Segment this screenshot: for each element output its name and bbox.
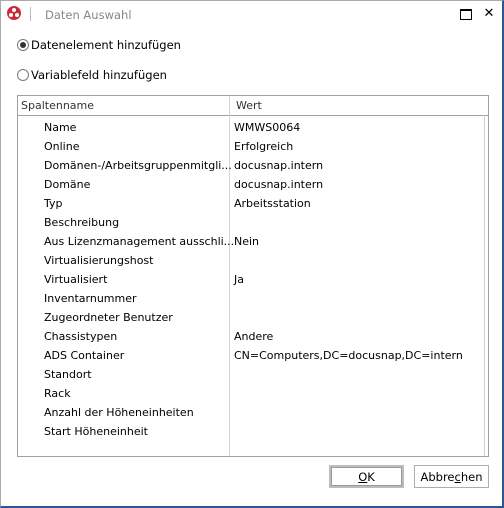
- row-name: Beschreibung: [44, 216, 120, 229]
- maximize-icon: [460, 9, 472, 20]
- radio-add-variable-field[interactable]: Variablefeld hinzufügen: [17, 68, 167, 82]
- table-row[interactable]: Domänen-/Arbeitsgruppenmitgli... docusnap…: [18, 156, 488, 175]
- row-name: Zugeordneter Benutzer: [44, 311, 173, 324]
- window-title: Daten Auswahl: [45, 8, 132, 22]
- grid-header: Spaltenname Wert: [18, 96, 488, 116]
- table-row[interactable]: Typ Arbeitsstation: [18, 194, 488, 213]
- table-row[interactable]: Inventarnummer: [18, 289, 488, 308]
- data-selection-dialog: Daten Auswahl ✕ Datenelement hinzufügen …: [0, 0, 504, 508]
- table-row[interactable]: Anzahl der Höheneinheiten: [18, 403, 488, 422]
- table-row[interactable]: Rack: [18, 384, 488, 403]
- close-button[interactable]: ✕: [479, 5, 499, 23]
- table-row[interactable]: Start Höheneinheit: [18, 422, 488, 441]
- table-row[interactable]: Aus Lizenzmanagement ausschli... Nein: [18, 232, 488, 251]
- cancel-label-pre: Abbre: [420, 469, 455, 484]
- row-name: Virtualisiert: [44, 273, 108, 286]
- row-name: Chassistypen: [44, 330, 118, 343]
- row-value: Nein: [234, 235, 260, 248]
- row-name: ADS Container: [44, 349, 125, 362]
- column-header-spaltenname[interactable]: Spaltenname: [21, 99, 94, 112]
- table-row[interactable]: ADS Container CN=Computers,DC=docusnap,DC…: [18, 346, 488, 365]
- row-name: Start Höheneinheit: [44, 425, 148, 438]
- table-row[interactable]: Virtualisiert Ja: [18, 270, 488, 289]
- radio-button[interactable]: [17, 69, 29, 81]
- radio-label: Variablefeld hinzufügen: [31, 68, 167, 82]
- table-row[interactable]: Beschreibung: [18, 213, 488, 232]
- table-row[interactable]: Name WMWS0064: [18, 118, 488, 137]
- row-value: docusnap.intern: [234, 178, 324, 191]
- maximize-button[interactable]: [456, 5, 476, 23]
- grid-rows: Name WMWS0064 Online Erfolgreich Domänen-/Ar…: [18, 118, 488, 441]
- row-value: Arbeitsstation: [234, 197, 311, 210]
- ok-accelerator: O: [358, 469, 368, 484]
- radio-button-checked[interactable]: [17, 39, 29, 51]
- row-name: Online: [44, 140, 80, 153]
- column-header-wert[interactable]: Wert: [236, 99, 262, 112]
- row-name: Typ: [44, 197, 63, 210]
- row-value: Ja: [234, 273, 244, 286]
- row-value: CN=Computers,DC=docusnap,DC=intern: [234, 349, 463, 362]
- row-value: docusnap.intern: [234, 159, 324, 172]
- table-row[interactable]: Online Erfolgreich: [18, 137, 488, 156]
- radio-add-data-element[interactable]: Datenelement hinzufügen: [17, 38, 181, 52]
- row-name: Inventarnummer: [44, 292, 137, 305]
- ok-label: K: [367, 469, 375, 484]
- table-row[interactable]: Domäne docusnap.intern: [18, 175, 488, 194]
- docusnap-logo-icon: [7, 6, 21, 20]
- row-name: Anzahl der Höheneinheiten: [44, 406, 194, 419]
- cancel-button[interactable]: Abbre c hen: [414, 465, 489, 488]
- row-name: Name: [44, 121, 77, 134]
- table-row[interactable]: Virtualisierungshost: [18, 251, 488, 270]
- row-name: Domänen-/Arbeitsgruppenmitgli...: [44, 159, 232, 172]
- row-name: Standort: [44, 368, 92, 381]
- row-name: Rack: [44, 387, 71, 400]
- data-grid: Spaltenname Wert Name WMWS0064 Online Erfol…: [17, 95, 489, 457]
- row-name: Aus Lizenzmanagement ausschli...: [44, 235, 235, 248]
- title-bar: Daten Auswahl ✕: [1, 1, 502, 29]
- row-value: Andere: [234, 330, 274, 343]
- table-row[interactable]: Standort: [18, 365, 488, 384]
- table-row[interactable]: Chassistypen Andere: [18, 327, 488, 346]
- radio-label: Datenelement hinzufügen: [31, 38, 181, 52]
- row-value: Erfolgreich: [234, 140, 294, 153]
- row-value: WMWS0064: [234, 121, 301, 134]
- title-separator: [30, 7, 31, 21]
- row-name: Virtualisierungshost: [44, 254, 154, 267]
- close-icon: ✕: [483, 6, 495, 21]
- row-name: Domäne: [44, 178, 91, 191]
- cancel-label-post: hen: [460, 469, 483, 484]
- table-row[interactable]: Zugeordneter Benutzer: [18, 308, 488, 327]
- ok-button[interactable]: OK: [329, 465, 404, 488]
